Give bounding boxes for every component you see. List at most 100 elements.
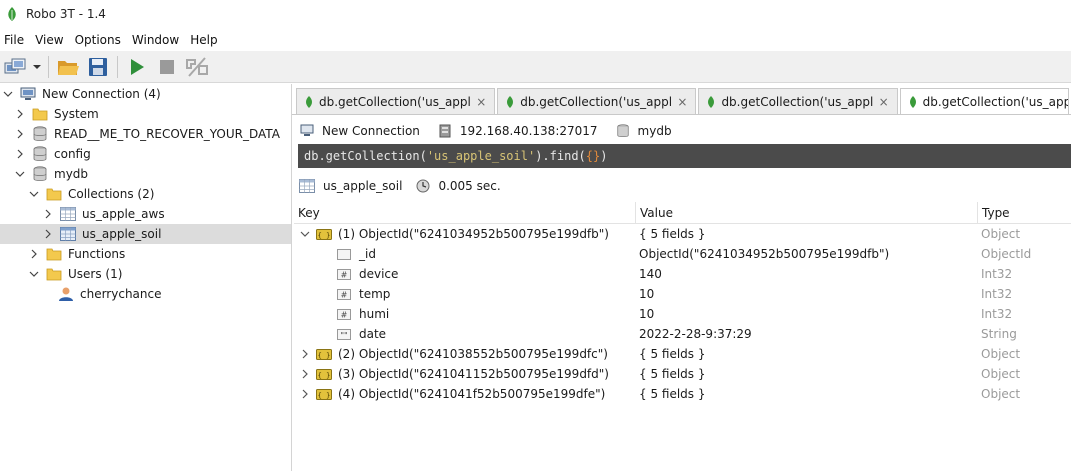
row-value: { 5 fields } [639,367,706,381]
tree-db-config[interactable]: config [14,144,91,164]
table-row[interactable]: { } (1) ObjectId("6241034952b500795e199d… [294,224,1071,244]
open-button[interactable] [55,54,81,80]
tab-query-3[interactable]: db.getCollection('us_appl··· × [698,88,898,115]
chevron-down-icon[interactable] [28,268,40,280]
tree-user-cherrychance[interactable]: cherrychance [58,284,162,304]
row-type: Object [981,227,1021,241]
execute-button[interactable] [124,54,150,80]
svg-text:{ }: { } [318,351,331,359]
tree-functions-folder[interactable]: Functions [28,244,125,264]
connection-name: New Connection [296,124,420,138]
tree-user-label: cherrychance [80,287,162,301]
chevron-right-icon[interactable] [300,389,310,399]
result-info-bar: us_apple_soil 0.005 sec. [296,176,501,196]
query-collection: 'us_apple_soil' [426,149,536,163]
tree-db-readme[interactable]: READ__ME_TO_RECOVER_YOUR_DATA [14,124,280,144]
chevron-right-icon[interactable] [14,128,26,140]
object-icon: { } [316,228,332,240]
close-icon[interactable]: × [675,95,689,109]
chevron-down-icon [33,64,41,69]
title-bar: Robo 3T - 1.4 [0,0,1071,28]
table-row[interactable]: _id ObjectId("6241034952b500795e199dfb")… [294,244,1071,264]
tab-query-4-active[interactable]: db.getCollection('us_apple [899,88,1069,115]
connection-host: 192.168.40.138:27017 [434,124,598,138]
tree-users-folder[interactable]: Users (1) [28,264,122,284]
result-grid: Key Value Type { } (1) ObjectId("6241034… [294,202,1071,471]
chevron-right-icon[interactable] [42,228,54,240]
folder-icon [46,246,62,262]
tree-connection[interactable]: New Connection (4) [2,84,161,104]
tree-db-mydb[interactable]: mydb [14,164,88,184]
chevron-right-icon[interactable] [28,248,40,260]
tabs-divider [292,114,1071,115]
chevron-right-icon[interactable] [300,369,310,379]
menu-options[interactable]: Options [70,33,127,47]
tree-folder-label: Collections (2) [68,187,155,201]
save-button[interactable] [85,54,111,80]
number-field-icon: # [337,268,351,280]
save-icon [89,57,107,76]
tree-connection-label: New Connection (4) [42,87,161,101]
database-icon [616,124,629,138]
menu-help[interactable]: Help [185,33,223,47]
connection-db: mydb [612,124,672,138]
svg-text:{ }: { } [318,231,331,239]
row-type: ObjectId [981,247,1032,261]
tree-collection-us-apple-soil[interactable]: us_apple_soil [0,224,291,244]
tab-query-2[interactable]: db.getCollection('us_appl··· × [497,88,697,115]
chevron-down-icon[interactable] [300,229,310,239]
close-icon[interactable]: × [474,95,488,109]
row-key: device [359,267,399,281]
computer-icon [20,86,36,102]
tree-collection-us-apple-aws[interactable]: us_apple_aws [42,204,165,224]
table-row[interactable]: # humi 10 Int32 [294,304,1071,324]
number-field-icon: # [337,288,351,300]
table-icon [60,206,76,222]
chevron-down-icon[interactable] [28,188,40,200]
tree-db-system[interactable]: System [14,104,99,124]
chevron-right-icon[interactable] [42,208,54,220]
object-icon: { } [316,388,332,400]
menu-view[interactable]: View [30,33,69,47]
chevron-right-icon[interactable] [300,349,310,359]
menu-window[interactable]: Window [127,33,185,47]
table-row[interactable]: # device 140 Int32 [294,264,1071,284]
svg-text:#: # [341,290,348,299]
chevron-down-icon[interactable] [14,168,26,180]
row-type: Object [981,367,1021,381]
query-editor[interactable]: db.getCollection('us_apple_soil').find({… [298,144,1071,168]
database-icon [32,166,48,182]
object-icon: { } [316,348,332,360]
chevron-right-icon[interactable] [14,148,26,160]
row-key: humi [359,307,390,321]
connection-name-label: New Connection [322,124,420,138]
table-row[interactable]: { } (4) ObjectId("6241041f52b500795e199d… [294,384,1071,404]
row-value: { 5 fields } [639,347,706,361]
svg-text:{ }: { } [318,391,331,399]
result-collection: us_apple_soil [323,179,403,193]
format-button[interactable] [184,54,210,80]
table-row[interactable]: # temp 10 Int32 [294,284,1071,304]
svg-text:#: # [341,270,348,279]
menu-file[interactable]: File [0,33,30,47]
table-row[interactable]: "" date 2022-2-28-9:37:29 String [294,324,1071,344]
tree-db-label: READ__ME_TO_RECOVER_YOUR_DATA [54,127,280,141]
tree-db-label: config [54,147,91,161]
column-header-value[interactable]: Value [636,202,978,224]
stop-button[interactable] [154,54,180,80]
table-row[interactable]: { } (2) ObjectId("6241038552b500795e199d… [294,344,1071,364]
table-row[interactable]: { } (3) ObjectId("6241041152b500795e199d… [294,364,1071,384]
close-icon[interactable]: × [877,95,891,109]
tree-collections-folder[interactable]: Collections (2) [28,184,154,204]
column-header-key[interactable]: Key [294,202,636,224]
connect-button[interactable] [2,54,28,80]
chevron-right-icon[interactable] [14,108,26,120]
connect-dropdown[interactable] [32,54,42,80]
connection-host-label: 192.168.40.138:27017 [459,124,598,138]
column-header-type[interactable]: Type [978,202,1071,224]
tab-query-1[interactable]: db.getCollection('us_appl··· × [296,88,496,115]
row-type: Int32 [981,307,1013,321]
leaf-icon [708,96,715,108]
chevron-down-icon[interactable] [2,88,14,100]
execute-icon [131,58,144,75]
